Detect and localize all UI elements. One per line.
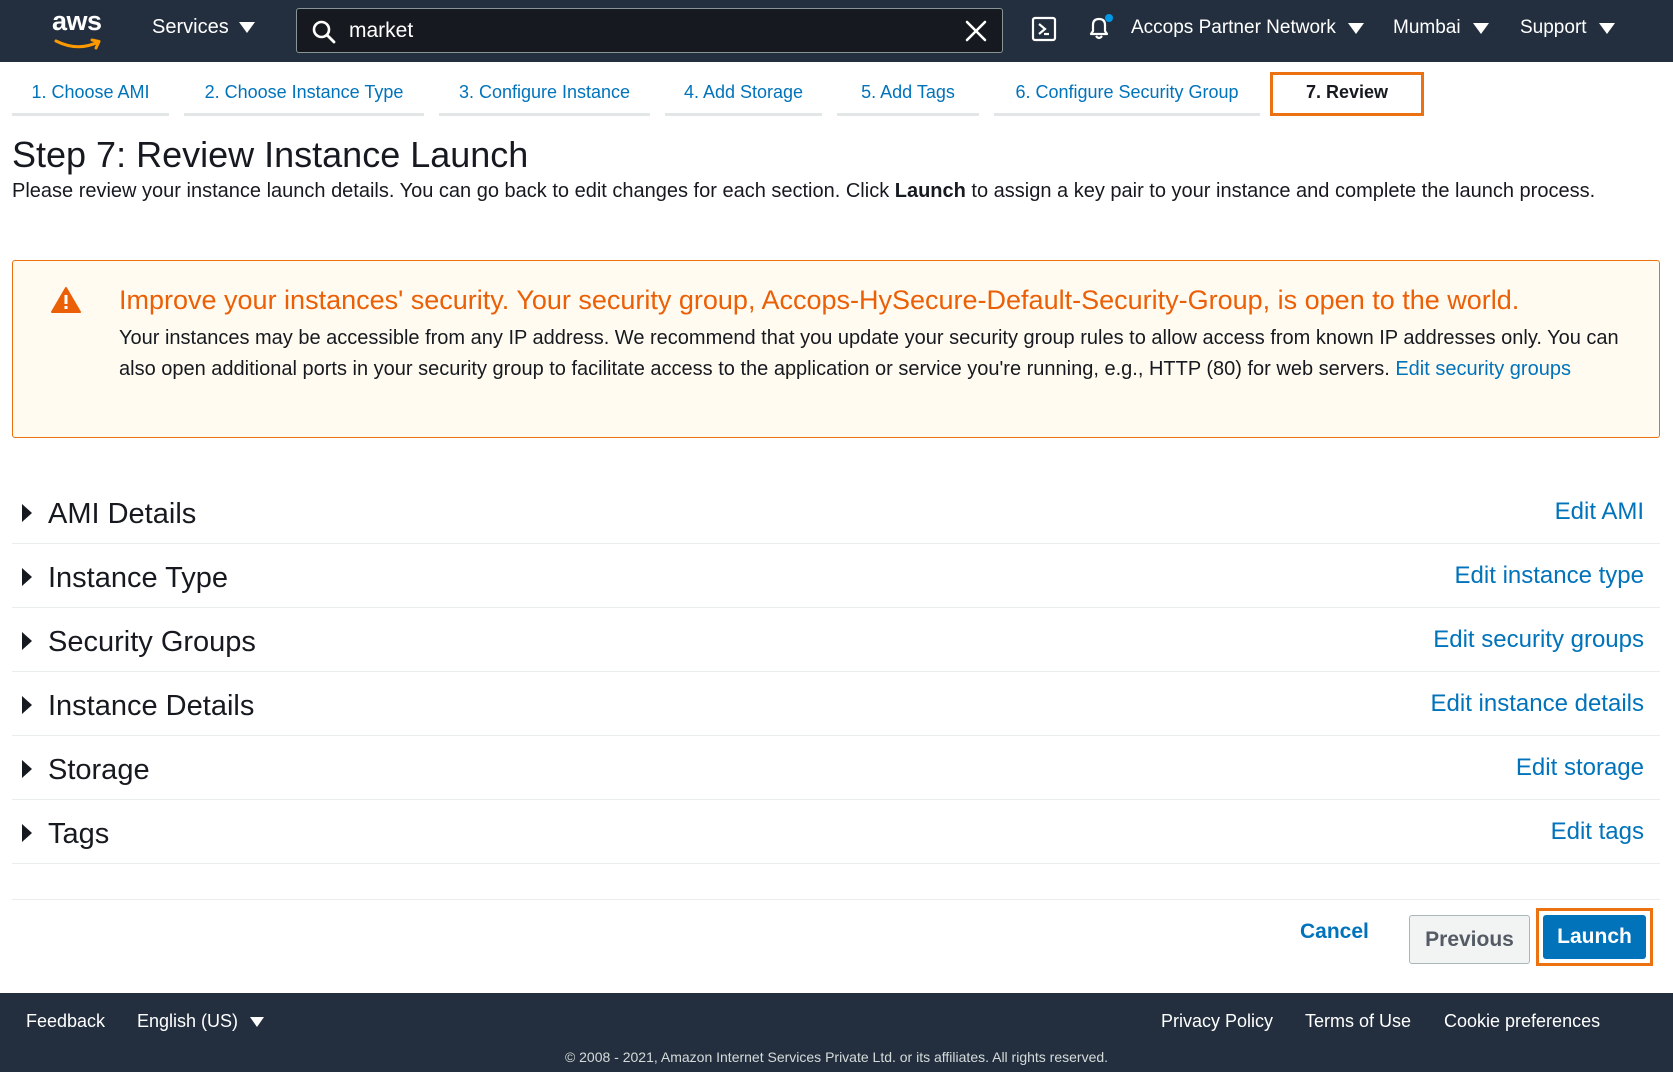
expand-caret-icon[interactable]: [22, 632, 32, 650]
previous-button[interactable]: Previous: [1409, 915, 1530, 964]
language-selector[interactable]: English (US): [137, 1011, 265, 1032]
actions-divider: [12, 899, 1660, 900]
search-icon: [312, 20, 336, 44]
alert-title: Improve your instances' security. Your s…: [119, 285, 1520, 315]
edit-instance-type-link[interactable]: Edit instance type: [1455, 562, 1644, 590]
search-input[interactable]: [349, 15, 929, 47]
cloudshell-icon[interactable]: [1031, 16, 1057, 42]
section-title[interactable]: Storage: [48, 754, 150, 787]
tab-review[interactable]: 7. Review: [1270, 72, 1424, 116]
clear-search-icon[interactable]: [965, 20, 987, 42]
section-title[interactable]: AMI Details: [48, 498, 196, 531]
account-menu[interactable]: Accops Partner Network: [1131, 17, 1364, 39]
alert-body-text: Your instances may be accessible from an…: [119, 327, 1619, 380]
edit-instance-details-link[interactable]: Edit instance details: [1431, 690, 1644, 718]
edit-security-groups-section-link[interactable]: Edit security groups: [1433, 626, 1644, 654]
edit-tags-link[interactable]: Edit tags: [1551, 818, 1644, 846]
section-instance-details: Instance Details Edit instance details: [12, 670, 1660, 736]
section-title[interactable]: Tags: [48, 818, 109, 851]
chevron-down-icon: [238, 22, 255, 33]
services-label: Services: [152, 16, 229, 38]
intro-text-before: Please review your instance launch detai…: [12, 180, 895, 202]
page-title: Step 7: Review Instance Launch: [12, 134, 529, 175]
search-box[interactable]: [296, 8, 1003, 53]
region-menu[interactable]: Mumbai: [1393, 17, 1489, 39]
section-security-groups: Security Groups Edit security groups: [12, 606, 1660, 672]
privacy-policy-link[interactable]: Privacy Policy: [1161, 1011, 1273, 1032]
tab-configure-instance[interactable]: 3. Configure Instance: [439, 72, 650, 116]
footer: Feedback English (US) Privacy Policy Ter…: [0, 993, 1673, 1072]
support-label: Support: [1520, 17, 1587, 38]
top-navigation-bar: aws Services Accops Partner Network: [0, 0, 1673, 62]
security-warning-alert: Improve your instances' security. Your s…: [12, 260, 1660, 438]
intro-text-bold: Launch: [894, 180, 966, 202]
aws-logo[interactable]: aws: [50, 6, 108, 52]
section-instance-type: Instance Type Edit instance type: [12, 542, 1660, 608]
account-label: Accops Partner Network: [1131, 17, 1336, 38]
cancel-button[interactable]: Cancel: [1300, 920, 1369, 944]
chevron-down-icon: [250, 1016, 265, 1027]
edit-security-groups-link[interactable]: Edit security groups: [1395, 358, 1571, 380]
expand-caret-icon[interactable]: [22, 568, 32, 586]
aws-smile-icon: [54, 38, 101, 50]
alert-body: Your instances may be accessible from an…: [119, 323, 1639, 385]
chevron-down-icon: [1472, 22, 1489, 34]
tab-choose-instance-type[interactable]: 2. Choose Instance Type: [184, 72, 424, 116]
aws-logo-text: aws: [52, 6, 102, 36]
tab-add-storage[interactable]: 4. Add Storage: [665, 72, 822, 116]
intro-text: Please review your instance launch detai…: [12, 176, 1632, 207]
language-label: English (US): [137, 1011, 239, 1031]
notifications-bell-icon[interactable]: [1085, 13, 1115, 43]
services-menu[interactable]: Services: [152, 16, 255, 39]
expand-caret-icon[interactable]: [22, 696, 32, 714]
expand-caret-icon[interactable]: [22, 824, 32, 842]
region-label: Mumbai: [1393, 17, 1461, 38]
edit-ami-link[interactable]: Edit AMI: [1555, 498, 1644, 526]
expand-caret-icon[interactable]: [22, 504, 32, 522]
terms-of-use-link[interactable]: Terms of Use: [1305, 1011, 1411, 1032]
section-ami-details: AMI Details Edit AMI: [12, 478, 1660, 544]
launch-button[interactable]: Launch: [1543, 915, 1646, 959]
tab-configure-security-group[interactable]: 6. Configure Security Group: [994, 72, 1260, 116]
section-title[interactable]: Security Groups: [48, 626, 256, 659]
expand-caret-icon[interactable]: [22, 760, 32, 778]
chevron-down-icon: [1347, 22, 1364, 34]
cookie-preferences-link[interactable]: Cookie preferences: [1444, 1011, 1600, 1032]
section-storage: Storage Edit storage: [12, 734, 1660, 800]
support-menu[interactable]: Support: [1520, 17, 1615, 39]
feedback-link[interactable]: Feedback: [26, 1011, 105, 1032]
intro-text-after: to assign a key pair to your instance an…: [965, 180, 1596, 202]
section-tags: Tags Edit tags: [12, 798, 1660, 864]
section-title[interactable]: Instance Type: [48, 562, 228, 595]
launch-button-highlight: Launch: [1536, 908, 1653, 966]
edit-storage-link[interactable]: Edit storage: [1516, 754, 1644, 782]
tab-choose-ami[interactable]: 1. Choose AMI: [12, 72, 169, 116]
copyright-text: © 2008 - 2021, Amazon Internet Services …: [564, 1049, 1109, 1065]
warning-icon: [51, 287, 81, 313]
tab-add-tags[interactable]: 5. Add Tags: [837, 72, 979, 116]
chevron-down-icon: [1598, 22, 1615, 34]
section-title[interactable]: Instance Details: [48, 690, 254, 723]
